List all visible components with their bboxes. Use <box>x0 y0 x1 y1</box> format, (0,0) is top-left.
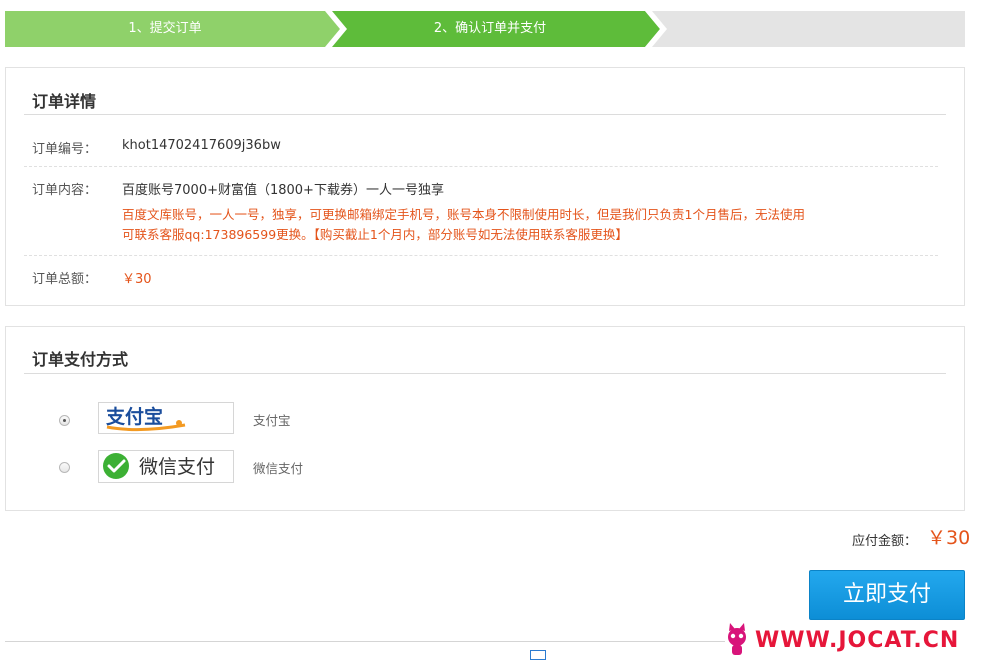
alipay-radio[interactable] <box>59 415 70 426</box>
order-content-note-line1: 百度文库账号，一人一号，独享，可更换邮箱绑定手机号，账号本身不限制使用时长，但是… <box>122 207 805 222</box>
order-details-title: 订单详情 <box>32 92 97 111</box>
order-content-label: 订单内容： <box>32 183 98 198</box>
order-details-divider <box>24 114 946 115</box>
alipay-logo-icon: 支付宝 <box>99 403 233 433</box>
wechat-pay-logo-text: 微信支付 <box>139 456 215 478</box>
footer-divider <box>5 641 725 642</box>
footer-box <box>530 650 546 660</box>
alipay-logo[interactable]: 支付宝 <box>98 402 234 434</box>
watermark: WWW.JOCAT.CN <box>728 623 959 655</box>
wechat-pay-logo[interactable]: 微信支付 <box>98 450 234 483</box>
step-2-label: 2、确认订单并支付 <box>433 21 547 36</box>
order-number-label: 订单编号： <box>32 142 98 157</box>
step-1-label: 1、提交订单 <box>128 21 202 36</box>
wechat-pay-name[interactable]: 微信支付 <box>253 458 303 477</box>
amount-due-label: 应付金额： <box>852 534 918 549</box>
cat-logo-icon <box>728 623 746 655</box>
order-total-value: ￥30 <box>122 272 152 287</box>
order-progress-steps: 1、提交订单 2、确认订单并支付 <box>5 11 965 47</box>
amount-due-value: ￥30 <box>927 527 971 549</box>
row-divider <box>24 255 938 256</box>
step-3-shape <box>645 11 965 47</box>
order-details-panel: 订单详情 订单编号： khot14702417609j36bw 订单内容： 百度… <box>5 67 965 306</box>
order-content-value: 百度账号7000+财富值（1800+下载券）一人一号独享 <box>122 183 444 198</box>
order-content-note-line2: 可联系客服qq:173896599更换。【购买截止1个月内，部分账号如无法使用联… <box>122 227 628 242</box>
pay-now-button[interactable]: 立即支付 <box>809 570 965 620</box>
payment-method-divider <box>24 373 946 374</box>
alipay-name[interactable]: 支付宝 <box>253 410 291 429</box>
wechat-pay-logo-icon: 微信支付 <box>103 453 215 479</box>
row-divider <box>24 166 938 167</box>
order-total-label: 订单总额： <box>32 272 98 287</box>
payment-method-title: 订单支付方式 <box>32 350 129 369</box>
payment-method-panel: 订单支付方式 支付宝 支付宝 微信支付 微信支付 <box>5 326 965 511</box>
order-number-value: khot14702417609j36bw <box>122 138 281 153</box>
alipay-logo-text: 支付宝 <box>105 405 163 428</box>
wechat-pay-radio[interactable] <box>59 462 70 473</box>
watermark-text: WWW.JOCAT.CN <box>755 628 959 653</box>
